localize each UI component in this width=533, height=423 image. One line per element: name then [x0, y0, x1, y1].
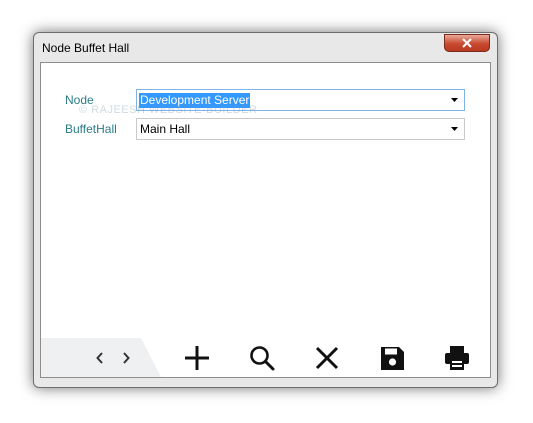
- dropdown-arrow-icon: [451, 98, 458, 102]
- buffet-hall-label: BuffetHall: [65, 122, 117, 136]
- form-panel: Node Development Server © RAJEESH WEBSIT…: [40, 62, 491, 378]
- close-icon: [462, 38, 472, 48]
- window-title: Node Buffet Hall: [42, 41, 130, 55]
- node-select-value: Development Server: [139, 93, 251, 108]
- chevron-right-icon[interactable]: [122, 352, 130, 364]
- window-close-button[interactable]: [444, 34, 490, 52]
- search-button[interactable]: [247, 343, 277, 373]
- print-button[interactable]: [442, 343, 472, 373]
- save-button[interactable]: [377, 343, 407, 373]
- delete-button[interactable]: [312, 343, 342, 373]
- chevron-left-icon[interactable]: [96, 352, 104, 364]
- dialog-window: Node Buffet Hall Node Development Server…: [33, 32, 498, 388]
- toolbar: [41, 338, 490, 377]
- print-icon: [445, 346, 469, 370]
- close-icon: [315, 346, 339, 370]
- node-select[interactable]: Development Server: [136, 89, 465, 111]
- buffet-hall-select-value: Main Hall: [140, 122, 191, 136]
- node-label: Node: [65, 93, 94, 107]
- save-icon: [380, 346, 404, 370]
- add-button[interactable]: [182, 343, 212, 373]
- buffet-hall-select[interactable]: Main Hall: [136, 118, 465, 140]
- search-icon: [250, 346, 275, 371]
- dropdown-arrow-icon: [451, 127, 458, 131]
- plus-icon: [185, 346, 209, 370]
